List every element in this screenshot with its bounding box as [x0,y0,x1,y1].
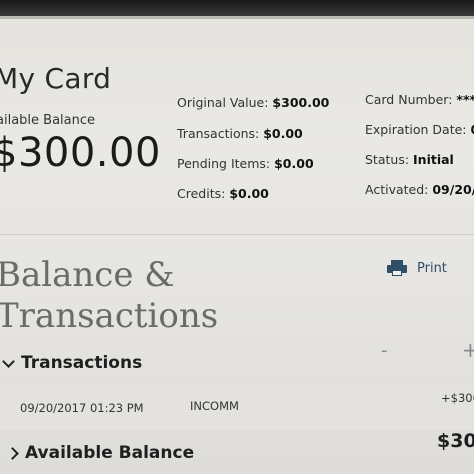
transaction-amount: +$306 [441,391,474,405]
available-balance-toggle[interactable]: Available Balance [6,443,195,463]
transactions-total-value: $0.00 [263,126,303,141]
activated-label: Activated: [365,182,429,197]
original-value-row: Original Value: $300.00 [177,95,329,110]
section-divider [0,234,474,235]
collapse-button[interactable]: - [381,340,388,361]
balance-transactions-title: Balance & Transactions [0,255,218,337]
pending-items-label: Pending Items: [177,156,271,171]
original-value-label: Original Value: [177,95,269,110]
credits-row: Credits: $0.00 [177,186,269,201]
credits-label: Credits: [177,186,226,201]
available-balance-total: $300 [437,430,474,452]
credits-value: $0.00 [229,186,269,201]
original-value: $300.00 [272,95,330,110]
available-balance-amount: $300.00 [0,130,161,176]
transactions-toggle[interactable]: Transactions [2,353,143,373]
monitor-bezel [0,0,474,16]
card-title: My Card [0,62,112,95]
print-button[interactable]: Print [387,260,447,276]
expiration-date-value: 06 [471,122,474,137]
pending-items-row: Pending Items: $0.00 [177,156,314,171]
chevron-down-icon [2,354,15,368]
card-number-label: Card Number: [365,92,453,107]
card-number-value: **** 2 [456,92,474,107]
expand-button[interactable]: + [462,338,474,362]
expiration-date-label: Expiration Date: [365,122,467,137]
section-title-line1: Balance & [0,255,175,295]
transactions-header: Transactions [21,353,143,373]
transactions-total-label: Transactions: [177,126,260,141]
print-label: Print [417,260,447,276]
activated-value: 09/20/20 [432,182,474,197]
status-row: Status: Initial [365,152,454,167]
chevron-right-icon [6,446,19,460]
status-value: Initial [413,152,454,167]
printer-icon [387,260,407,276]
status-label: Status: [365,152,410,167]
transactions-total-row: Transactions: $0.00 [177,126,303,141]
section-title-line2: Transactions [0,296,219,336]
card-number-row: Card Number: **** 2 [365,92,474,107]
expiration-date-row: Expiration Date: 06 [365,122,474,137]
transaction-date: 09/20/2017 01:23 PM [20,401,144,415]
activated-row: Activated: 09/20/20 [365,182,474,197]
available-balance-label: ailable Balance [0,113,95,128]
transaction-merchant: INCOMM [190,399,239,413]
pending-items-value: $0.00 [274,156,314,171]
available-balance-header: Available Balance [25,443,195,463]
monitor-bezel-edge [0,16,474,19]
